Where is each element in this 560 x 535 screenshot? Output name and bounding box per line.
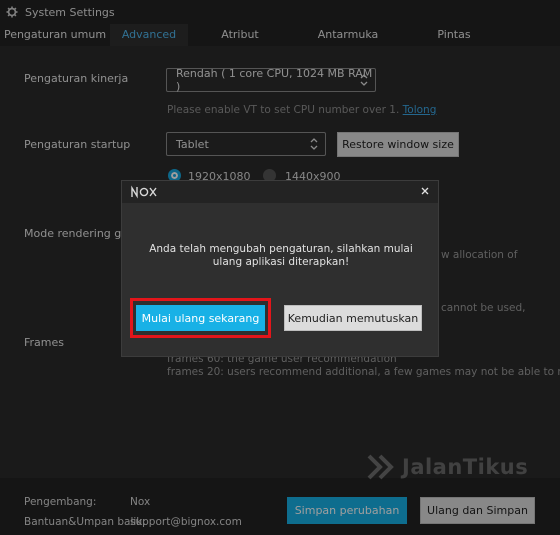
nox-logo-icon xyxy=(131,185,157,199)
close-icon[interactable] xyxy=(418,184,432,198)
restart-now-button[interactable]: Mulai ulang sekarang xyxy=(136,305,265,331)
decide-later-button[interactable]: Kemudian memutuskan xyxy=(284,305,422,331)
dialog-header xyxy=(122,181,438,203)
restart-dialog: Anda telah mengubah pengaturan, silahkan… xyxy=(121,180,439,357)
dialog-message: Anda telah mengubah pengaturan, silahkan… xyxy=(149,243,413,268)
